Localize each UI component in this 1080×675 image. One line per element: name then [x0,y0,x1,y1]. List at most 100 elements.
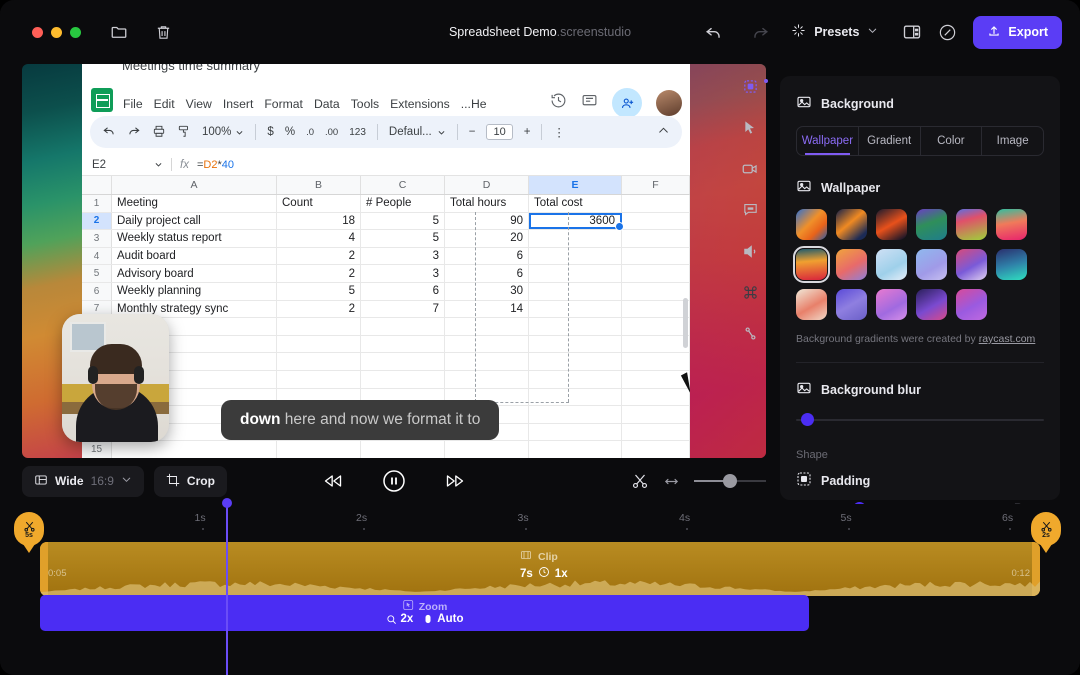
undo-button[interactable] [704,23,723,42]
table-cell[interactable]: 30 [445,283,529,300]
table-cell[interactable]: 6 [361,283,445,300]
column-header-b[interactable]: B [277,176,361,194]
wallpaper-swatch[interactable] [836,289,867,320]
table-cell[interactable] [622,265,690,282]
table-cell[interactable] [622,441,690,458]
paint-format-icon[interactable] [177,124,191,141]
column-header-c[interactable]: C [361,176,445,194]
sidebar-item-background[interactable] [737,76,763,97]
table-cell[interactable]: 90 [445,213,529,230]
wallpaper-swatch[interactable] [916,249,947,280]
table-cell[interactable] [622,424,690,441]
row-header[interactable]: 6 [82,283,112,300]
table-cell[interactable] [529,265,622,282]
layout-panel-icon[interactable] [902,22,922,42]
table-cell[interactable] [445,371,529,388]
table-cell[interactable] [277,353,361,370]
column-header-a[interactable]: A [112,176,277,194]
row-header[interactable]: 3 [82,230,112,247]
table-cell[interactable]: 2 [277,301,361,318]
table-cell[interactable] [529,336,622,353]
row-header[interactable]: 2 [82,213,112,230]
table-cell[interactable]: 2 [277,248,361,265]
table-cell[interactable] [529,353,622,370]
wallpaper-swatch[interactable] [796,289,827,320]
formula-input[interactable]: =D2*40 [197,159,234,171]
table-cell[interactable]: Total cost [529,195,622,212]
sidebar-item-effects[interactable] [737,323,763,344]
table-cell[interactable]: 6 [445,248,529,265]
table-cell[interactable]: 3 [361,265,445,282]
table-cell[interactable] [622,301,690,318]
table-cell[interactable]: 5 [277,283,361,300]
zoom-select[interactable]: 100% [202,126,244,138]
table-row[interactable]: 1MeetingCount# PeopleTotal hoursTotal co… [82,195,690,213]
font-size-input[interactable]: 10 [486,124,512,140]
decrease-decimal-button[interactable]: .0 [306,127,314,138]
table-cell[interactable] [277,371,361,388]
increase-font-size-button[interactable]: + [524,126,531,138]
table-cell[interactable] [529,406,622,423]
tab-wallpaper[interactable]: Wallpaper [797,127,859,155]
collapse-toolbar-icon[interactable] [657,124,670,140]
table-cell[interactable]: 5 [361,230,445,247]
table-row[interactable]: 8 [82,318,690,336]
table-row[interactable]: 5Advisory board236 [82,265,690,283]
wallpaper-swatch[interactable] [876,249,907,280]
table-row[interactable]: 15 [82,441,690,458]
table-cell[interactable] [622,406,690,423]
help-circle-icon[interactable] [938,23,957,42]
table-cell[interactable] [361,353,445,370]
table-cell[interactable] [361,336,445,353]
wallpaper-swatch[interactable] [796,249,827,280]
wallpaper-swatch[interactable] [956,249,987,280]
tab-image[interactable]: Image [982,127,1043,155]
table-cell[interactable] [361,441,445,458]
blur-knob[interactable] [801,413,814,426]
folder-icon[interactable] [107,20,131,44]
wallpaper-swatch[interactable] [916,289,947,320]
more-options-icon[interactable]: ⋮ [553,125,566,139]
trash-icon[interactable] [151,20,175,44]
table-cell[interactable]: 2 [277,265,361,282]
table-cell[interactable]: # People [361,195,445,212]
wallpaper-swatch[interactable] [876,209,907,240]
table-row[interactable]: 10 [82,353,690,371]
wallpaper-swatch[interactable] [956,209,987,240]
webcam-overlay[interactable] [62,314,169,442]
table-cell[interactable] [361,371,445,388]
background-blur-slider[interactable] [796,413,1044,427]
close-button[interactable] [32,27,43,38]
wallpaper-swatch[interactable] [956,289,987,320]
column-header-e[interactable]: E [529,176,622,194]
table-cell[interactable] [622,230,690,247]
row-header[interactable]: 15 [82,441,112,458]
table-cell[interactable]: 3 [361,248,445,265]
table-cell[interactable] [445,336,529,353]
table-cell[interactable]: Total hours [445,195,529,212]
table-row[interactable]: 11 [82,371,690,389]
table-cell[interactable] [622,389,690,406]
table-cell[interactable] [622,353,690,370]
sidebar-item-camera[interactable] [737,158,763,179]
zoom-effect-block[interactable]: Zoom 2x Auto [40,595,809,631]
table-cell[interactable] [277,318,361,335]
raycast-link[interactable]: raycast.com [979,333,1036,345]
table-cell[interactable]: 5 [361,213,445,230]
increase-decimal-button[interactable]: .00 [325,127,338,138]
table-cell[interactable] [112,441,277,458]
menu-extensions[interactable]: Extensions [390,97,450,111]
font-select[interactable]: Defaul... [389,126,446,138]
share-button[interactable] [612,88,642,118]
menu-edit[interactable]: Edit [154,97,175,111]
table-row[interactable]: 2Daily project call185903600 [82,213,690,231]
table-cell[interactable]: 6 [445,265,529,282]
table-cell[interactable]: 3600 [529,213,622,230]
menu-data[interactable]: Data [314,97,340,111]
table-cell[interactable] [622,213,690,230]
table-cell[interactable] [622,248,690,265]
table-cell[interactable] [277,441,361,458]
name-box[interactable]: E2 [82,159,154,171]
wallpaper-swatch[interactable] [836,249,867,280]
tab-gradient[interactable]: Gradient [859,127,921,155]
